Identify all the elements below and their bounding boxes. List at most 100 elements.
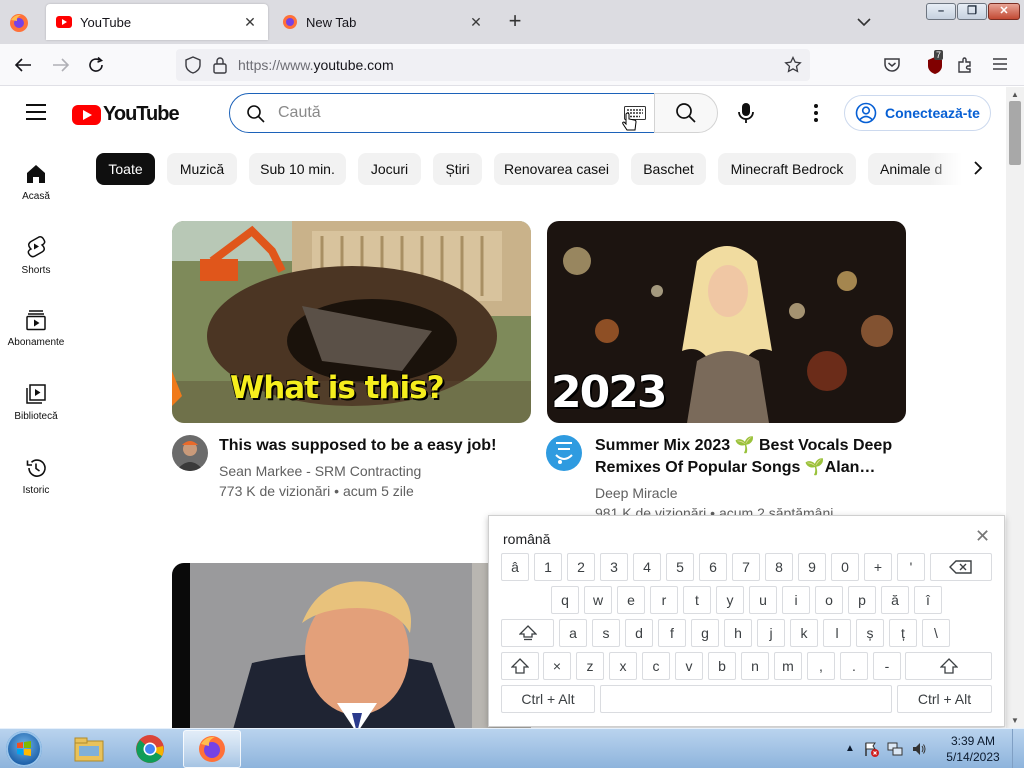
guide-item-history[interactable]: Istoric [0, 457, 72, 496]
key[interactable]: z [576, 652, 604, 680]
tab-close-icon[interactable]: ✕ [238, 14, 262, 31]
taskbar-firefox[interactable] [183, 730, 241, 768]
key[interactable]: g [691, 619, 719, 647]
search-box[interactable] [229, 93, 655, 133]
space-key[interactable] [600, 685, 892, 713]
guide-item-home[interactable]: Acasă [0, 163, 72, 202]
microphone-icon[interactable] [735, 101, 757, 125]
forward-button[interactable] [48, 53, 74, 77]
key[interactable]: f [658, 619, 686, 647]
search-input[interactable] [278, 102, 598, 124]
video-title[interactable]: This was supposed to be a easy job! [219, 435, 519, 457]
key[interactable]: k [790, 619, 818, 647]
key[interactable]: 5 [666, 553, 694, 581]
url-text[interactable]: https://www.youtube.com [238, 57, 394, 73]
pocket-icon[interactable] [883, 56, 901, 74]
chip-muzica[interactable]: Muzică [167, 153, 237, 185]
network-icon[interactable] [887, 741, 903, 757]
reload-button[interactable] [83, 53, 109, 77]
taskbar-chrome[interactable] [121, 730, 179, 768]
key[interactable]: x [609, 652, 637, 680]
page-scrollbar[interactable]: ▲ ▼ [1006, 87, 1024, 728]
key[interactable]: × [543, 652, 571, 680]
window-minimize-button[interactable]: – [926, 3, 956, 20]
search-button[interactable] [654, 93, 718, 133]
key[interactable]: t [683, 586, 711, 614]
ublock-extension-button[interactable]: 7 [926, 50, 946, 75]
key[interactable]: 3 [600, 553, 628, 581]
video-thumbnail[interactable]: 2023 [547, 221, 906, 423]
tab-youtube[interactable]: YouTube ✕ [46, 4, 268, 40]
key[interactable]: - [873, 652, 901, 680]
volume-icon[interactable] [911, 741, 927, 757]
sign-in-button[interactable]: Conectează-te [844, 95, 991, 131]
chip-stiri[interactable]: Știri [433, 153, 482, 185]
key[interactable]: q [551, 586, 579, 614]
action-center-flag-icon[interactable] [863, 741, 879, 757]
key[interactable]: d [625, 619, 653, 647]
video-thumbnail[interactable]: What is this? [172, 221, 531, 423]
key[interactable]: 8 [765, 553, 793, 581]
lock-icon[interactable] [212, 56, 228, 74]
chip-sub-10-min[interactable]: Sub 10 min. [249, 153, 346, 185]
window-maximize-button[interactable]: ❐ [957, 3, 987, 20]
key[interactable]: i [782, 586, 810, 614]
key[interactable]: r [650, 586, 678, 614]
guide-item-shorts[interactable]: Shorts [0, 235, 72, 276]
key[interactable]: . [840, 652, 868, 680]
tray-expand-icon[interactable]: ▲ [845, 743, 855, 757]
key[interactable]: 0 [831, 553, 859, 581]
window-close-button[interactable]: ✕ [988, 3, 1020, 20]
key[interactable]: l [823, 619, 851, 647]
shield-icon[interactable] [184, 56, 202, 74]
taskbar-explorer[interactable] [60, 730, 118, 768]
key[interactable]: \ [922, 619, 950, 647]
chip-baschet[interactable]: Baschet [631, 153, 706, 185]
key[interactable]: 9 [798, 553, 826, 581]
right-shift-key[interactable] [905, 652, 992, 680]
show-desktop-button[interactable] [1012, 729, 1024, 768]
ctrl-alt-key-right[interactable]: Ctrl + Alt [897, 685, 992, 713]
guide-item-subscriptions[interactable]: Abonamente [0, 309, 72, 348]
key[interactable]: h [724, 619, 752, 647]
key[interactable]: s [592, 619, 620, 647]
key[interactable]: n [741, 652, 769, 680]
key[interactable]: w [584, 586, 612, 614]
system-clock[interactable]: 3:39 AM 5/14/2023 [940, 733, 1006, 765]
key[interactable]: u [749, 586, 777, 614]
video-title[interactable]: Summer Mix 2023 🌱 Best Vocals Deep Remix… [595, 435, 895, 479]
key[interactable]: 6 [699, 553, 727, 581]
keyboard-close-icon[interactable]: ✕ [975, 526, 990, 547]
chevron-down-icon[interactable] [852, 11, 876, 33]
guide-item-library[interactable]: Bibliotecă [0, 383, 72, 422]
key[interactable]: ț [889, 619, 917, 647]
key[interactable]: e [617, 586, 645, 614]
key[interactable]: j [757, 619, 785, 647]
key[interactable]: ă [881, 586, 909, 614]
scrollbar-thumb[interactable] [1009, 101, 1021, 165]
key[interactable]: 4 [633, 553, 661, 581]
tab-new-tab[interactable]: New Tab ✕ [272, 4, 494, 40]
key[interactable]: ' [897, 553, 925, 581]
key[interactable]: o [815, 586, 843, 614]
scroll-up-icon[interactable]: ▲ [1011, 90, 1019, 99]
extensions-puzzle-icon[interactable] [956, 56, 974, 74]
app-menu-icon[interactable] [992, 57, 1008, 71]
address-bar[interactable]: https://www.youtube.com [176, 49, 810, 81]
key[interactable]: p [848, 586, 876, 614]
start-button[interactable] [6, 731, 42, 767]
firefox-menu-icon[interactable] [8, 12, 30, 34]
key[interactable]: , [807, 652, 835, 680]
key[interactable]: î [914, 586, 942, 614]
more-options-icon[interactable] [807, 101, 825, 125]
channel-name[interactable]: Sean Markee - SRM Contracting [219, 461, 421, 481]
channel-name[interactable]: Deep Miracle [595, 483, 677, 503]
back-button[interactable] [10, 53, 36, 77]
ctrl-alt-key-left[interactable]: Ctrl + Alt [501, 685, 595, 713]
channel-avatar[interactable] [546, 435, 582, 471]
key[interactable]: c [642, 652, 670, 680]
chip-renovarea-casei[interactable]: Renovarea casei [494, 153, 619, 185]
key[interactable]: b [708, 652, 736, 680]
video-thumbnail[interactable] [172, 563, 531, 728]
guide-menu-button[interactable] [26, 104, 46, 120]
